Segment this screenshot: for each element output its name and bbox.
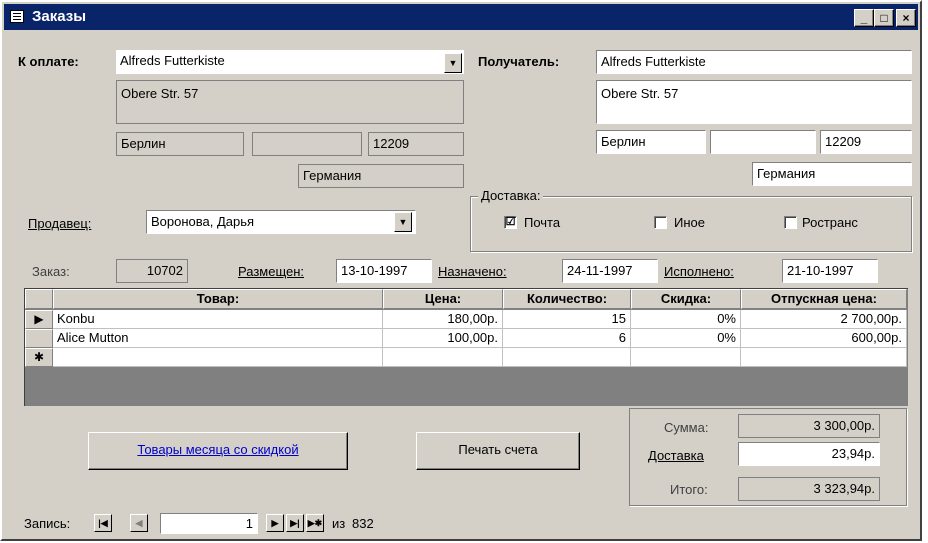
print-invoice-button[interactable]: Печать счета [416, 432, 580, 470]
first-record-icon[interactable]: |◀ [94, 514, 112, 532]
cell-discount[interactable]: 0% [631, 310, 741, 329]
recipient-country-field[interactable]: Германия [752, 162, 912, 186]
grid-header-row: Товар: Цена: Количество: Скидка: Отпускн… [25, 289, 907, 309]
form-icon [10, 10, 24, 23]
total-label: Итого: [670, 482, 708, 497]
grid-header-qty[interactable]: Количество: [503, 289, 631, 309]
billing-customer-dropdown-icon[interactable]: ▼ [444, 53, 462, 73]
delivery-group-title: Доставка: [478, 188, 544, 203]
delivery-other-checkbox[interactable] [654, 216, 667, 229]
close-button[interactable]: × [896, 9, 916, 27]
done-date-field[interactable]: 21-10-1997 [782, 259, 878, 283]
sum-field: 3 300,00р. [738, 414, 880, 438]
billing-label: К оплате: [18, 54, 79, 69]
record-of-label: из [332, 516, 346, 531]
table-row[interactable]: ▶ Konbu 180,00р. 15 0% 2 700,00р. [25, 310, 907, 329]
billing-city-field: Берлин [116, 132, 244, 156]
title-bar: Заказы _ □ × [4, 4, 918, 30]
last-record-icon[interactable]: ▶| [286, 514, 304, 532]
recipient-city-field[interactable]: Берлин [596, 130, 706, 154]
delivery-cost-label: Доставка [648, 448, 704, 463]
cell-price[interactable]: 180,00р. [383, 310, 503, 329]
done-label: Исполнено: [664, 264, 734, 279]
seller-label: Продавец: [28, 216, 92, 231]
cell-product[interactable]: Alice Mutton [53, 329, 383, 348]
due-label: Назначено: [438, 264, 507, 279]
billing-region-field [252, 132, 362, 156]
row-selector[interactable] [25, 329, 53, 348]
billing-customer-combo[interactable]: Alfreds Futterkiste [116, 50, 464, 74]
billing-country-field: Германия [298, 164, 464, 188]
cell-discount[interactable] [631, 348, 741, 367]
discount-products-button[interactable]: Товары месяца со скидкой [88, 432, 348, 470]
due-date-field[interactable]: 24-11-1997 [562, 259, 658, 283]
seller-dropdown-icon[interactable]: ▼ [394, 212, 412, 232]
grid-header-product[interactable]: Товар: [53, 289, 383, 309]
recipient-label: Получатель: [478, 54, 560, 69]
billing-customer-value: Alfreds Futterkiste [120, 53, 225, 68]
cell-discount[interactable]: 0% [631, 329, 741, 348]
order-id-label: Заказ: [32, 264, 70, 279]
maximize-button[interactable]: □ [874, 9, 894, 27]
prev-record-icon[interactable]: ◀ [130, 514, 148, 532]
cell-total[interactable]: 2 700,00р. [741, 310, 907, 329]
table-row[interactable]: Alice Mutton 100,00р. 6 0% 600,00р. [25, 329, 907, 348]
minimize-button[interactable]: _ [854, 9, 874, 27]
seller-value: Воронова, Дарья [151, 214, 255, 229]
grid-header-total[interactable]: Отпускная цена: [741, 289, 907, 309]
record-count: 832 [352, 516, 374, 531]
new-record-icon[interactable]: ✱ [25, 348, 53, 367]
recipient-name-field[interactable]: Alfreds Futterkiste [596, 50, 912, 74]
record-label: Запись: [24, 516, 71, 531]
delivery-post-label: Почта [524, 215, 561, 230]
sum-label: Сумма: [664, 420, 709, 435]
new-record-row[interactable]: ✱ [25, 348, 907, 367]
grid-header-price[interactable]: Цена: [383, 289, 503, 309]
orders-window: Заказы _ □ × К оплате: Alfreds Futterkis… [0, 0, 922, 541]
delivery-post-checkbox[interactable]: ☑ [504, 216, 517, 229]
grid-corner [25, 289, 53, 309]
delivery-other-label: Иное [674, 215, 705, 230]
grid-header-discount[interactable]: Скидка: [631, 289, 741, 309]
delivery-rostrans-checkbox[interactable] [784, 216, 797, 229]
placed-date-field[interactable]: 13-10-1997 [336, 259, 432, 283]
window-title: Заказы [32, 8, 87, 25]
cell-qty[interactable]: 15 [503, 310, 631, 329]
seller-combo[interactable]: Воронова, Дарья [146, 210, 416, 234]
cell-total[interactable] [741, 348, 907, 367]
total-field: 3 323,94р. [738, 477, 880, 501]
cell-total[interactable]: 600,00р. [741, 329, 907, 348]
billing-postal-field: 12209 [368, 132, 464, 156]
cell-qty[interactable] [503, 348, 631, 367]
recipient-address-field[interactable]: Obere Str. 57 [596, 80, 912, 124]
cell-qty[interactable]: 6 [503, 329, 631, 348]
delivery-rostrans-label: Ространс [802, 215, 858, 230]
placed-label: Размещен: [238, 264, 305, 279]
recipient-region-field[interactable] [710, 130, 816, 154]
record-number-input[interactable]: 1 [160, 513, 258, 534]
cell-price[interactable] [383, 348, 503, 367]
order-id-field: 10702 [116, 259, 188, 283]
next-record-icon[interactable]: ▶ [266, 514, 284, 532]
recipient-postal-field[interactable]: 12209 [820, 130, 912, 154]
new-record-nav-icon[interactable]: ▶✱ [306, 514, 324, 532]
order-items-grid: Товар: Цена: Количество: Скидка: Отпускн… [24, 288, 908, 406]
billing-address-field: Obere Str. 57 [116, 80, 464, 124]
row-selector-icon[interactable]: ▶ [25, 310, 53, 329]
delivery-cost-field[interactable]: 23,94р. [738, 442, 880, 466]
cell-product[interactable] [53, 348, 383, 367]
cell-product[interactable]: Konbu [53, 310, 383, 329]
cell-price[interactable]: 100,00р. [383, 329, 503, 348]
